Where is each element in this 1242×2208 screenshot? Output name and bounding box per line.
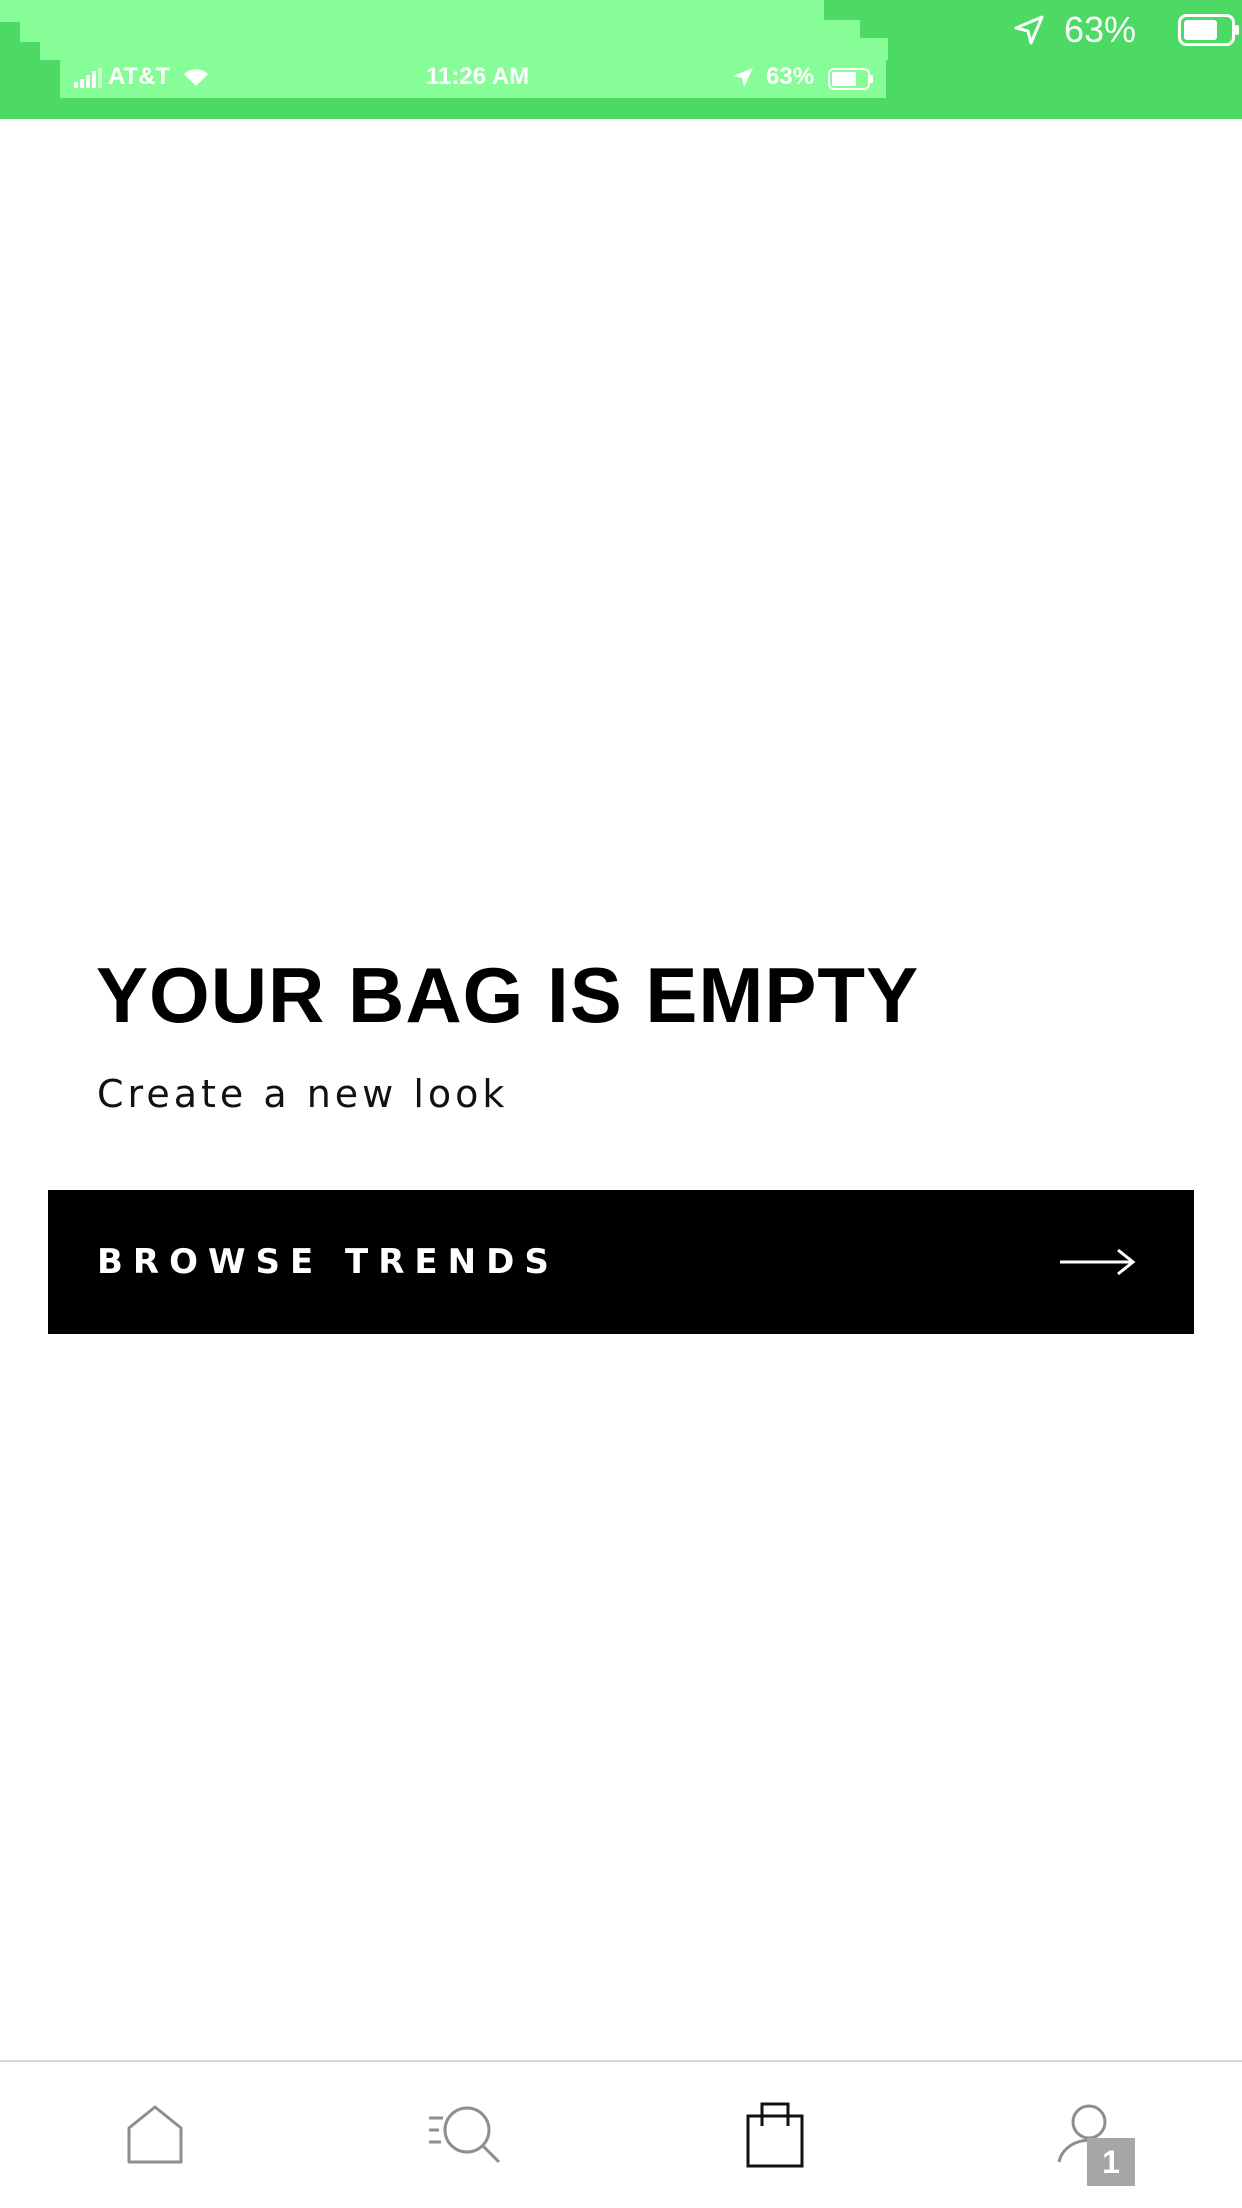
status-bar-glitch-strip (0, 0, 824, 22)
empty-bag-subtitle: Create a new look (97, 1072, 509, 1116)
status-bar-mirror: AT&T 11:26 AM 63% (60, 60, 886, 98)
location-arrow-icon (1014, 15, 1044, 45)
battery-icon (1178, 14, 1239, 46)
wifi-icon (184, 69, 208, 86)
tab-bag[interactable] (620, 2062, 930, 2208)
status-bar-glitch-strip (40, 38, 888, 60)
battery-percent: 63% (1064, 9, 1137, 50)
bag-icon (746, 2102, 804, 2168)
battery-percent: 63% (766, 63, 815, 90)
browse-trends-button[interactable]: BROWSE TRENDS (48, 1190, 1194, 1334)
signal-icon (74, 68, 102, 88)
screen: AT&T 11:26 AM 63% 63% YOUR BAG IS EMPTY … (0, 0, 1242, 2208)
tab-search[interactable] (310, 2062, 620, 2208)
browse-trends-label: BROWSE TRENDS (97, 1242, 559, 1282)
battery-icon (828, 68, 873, 90)
tab-profile[interactable]: 1 (932, 2062, 1242, 2208)
tab-home[interactable] (0, 2062, 310, 2208)
empty-bag-title: YOUR BAG IS EMPTY (96, 951, 920, 1039)
arrow-right-icon (1060, 1248, 1136, 1276)
tab-bar: 1 (0, 2060, 1242, 2208)
status-bar-right: 63% (1014, 9, 1239, 50)
status-time: 11:26 AM (426, 63, 530, 90)
carrier-label: AT&T (108, 63, 171, 90)
home-icon (127, 2105, 183, 2164)
location-arrow-icon (733, 68, 753, 87)
profile-notification-badge: 1 (1087, 2138, 1135, 2186)
search-icon (429, 2106, 501, 2164)
status-bar: AT&T 11:26 AM 63% 63% (0, 0, 1242, 119)
